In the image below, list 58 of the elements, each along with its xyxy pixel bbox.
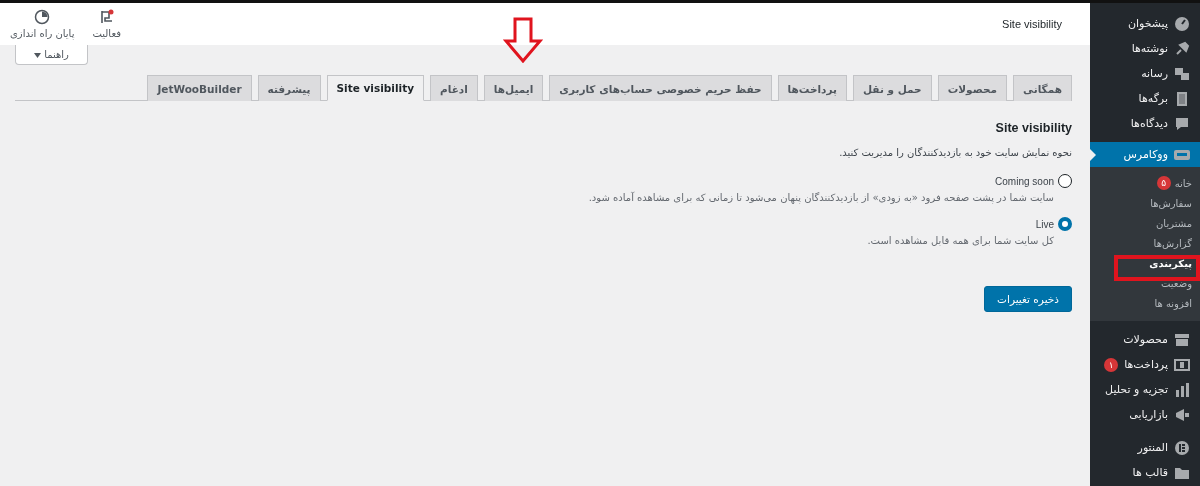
settings-tab[interactable]: همگانی xyxy=(1013,75,1072,101)
menu-icon xyxy=(1174,90,1190,107)
menu-icon xyxy=(1174,331,1190,348)
save-button[interactable]: ذخیره تغییرات xyxy=(984,286,1072,312)
flag-icon xyxy=(98,9,115,25)
down-arrow-annotation xyxy=(503,17,543,63)
radio-label: Live xyxy=(1035,218,1054,230)
help-button[interactable]: راهنما xyxy=(15,45,88,65)
settings-tab[interactable]: محصولات xyxy=(937,75,1008,101)
submenu-item[interactable]: گزارش‌ها xyxy=(1090,233,1200,253)
sidebar-item[interactable]: المنتور xyxy=(1090,435,1200,460)
sidebar-item[interactable]: رسانه xyxy=(1090,61,1200,86)
settings-tab[interactable]: حفظ حریم خصوصی حساب‌های کاربری xyxy=(549,75,772,101)
option-description: سایت شما در پشت صفحه فرود «به زودی» از بازدیدکنندگان پنهان می‌شود تا زمانی که برای مشاهده آماده شود. xyxy=(587,192,1054,203)
sidebar-item[interactable]: نوشته‌ها xyxy=(1090,36,1200,61)
sidebar-item[interactable]: قالب ها xyxy=(1090,460,1200,485)
settings-tab[interactable]: پرداخت‌ها xyxy=(777,75,847,101)
caret-icon xyxy=(34,53,41,58)
header-action[interactable]: فعالیت xyxy=(92,9,121,39)
option-description: کل سایت شما برای همه قابل مشاهده است. xyxy=(866,235,1054,246)
menu-icon xyxy=(1174,356,1190,373)
section-description: نحوه نمایش سایت خود به بازدیدکنندگان را مدیریت کنید. xyxy=(838,147,1072,158)
settings-tab[interactable]: ایمیل‌ها xyxy=(483,75,544,101)
submenu-item[interactable]: مشتریان xyxy=(1090,213,1200,233)
count-badge: ۱ xyxy=(1104,357,1119,372)
submenu-item[interactable]: افزونه ها xyxy=(1090,293,1200,313)
menu-icon xyxy=(1174,381,1190,398)
page-title: Site visibility xyxy=(1002,18,1062,30)
sidebar-item[interactable]: محصولات xyxy=(1090,327,1200,352)
menu-icon xyxy=(1174,15,1190,32)
submenu-item[interactable]: وضعیت xyxy=(1090,273,1200,293)
pie-clock-icon xyxy=(34,9,51,25)
sidebar-item[interactable]: بازاریابی xyxy=(1090,402,1200,427)
menu-icon xyxy=(1174,406,1190,423)
submenu-item[interactable]: سفارش‌ها xyxy=(1090,193,1200,213)
menu-icon xyxy=(1174,40,1190,57)
radio-button[interactable] xyxy=(1058,217,1072,231)
submenu-item[interactable]: خانه ۵ xyxy=(1090,173,1200,193)
menu-icon xyxy=(1174,115,1190,132)
settings-tab[interactable]: پیشرفته xyxy=(257,75,321,101)
submenu-item[interactable]: پیکربندی xyxy=(1090,253,1200,273)
settings-tab[interactable]: حمل و نقل xyxy=(853,75,932,101)
menu-icon xyxy=(1174,439,1190,456)
sidebar-item[interactable]: پرداخت‌ها ۱ xyxy=(1090,352,1200,377)
sidebar-item[interactable]: ووکامرس xyxy=(1090,142,1200,167)
count-badge: ۵ xyxy=(1156,176,1171,190)
section-title: Site visibility xyxy=(994,121,1072,135)
radio-label: Coming soon xyxy=(995,175,1054,187)
sidebar-item[interactable]: پیشخوان xyxy=(1090,11,1200,36)
menu-icon xyxy=(1174,65,1190,82)
settings-tab[interactable]: ادغام xyxy=(430,75,478,101)
settings-tab[interactable]: JetWooBuilder xyxy=(147,75,252,101)
sidebar-item[interactable]: تجزیه و تحلیل xyxy=(1090,377,1200,402)
sidebar-item[interactable]: برگه‌ها xyxy=(1090,86,1200,111)
header-action[interactable]: پایان راه اندازی xyxy=(10,9,75,39)
sidebar-item[interactable]: دیدگاه‌ها xyxy=(1090,111,1200,136)
settings-tab[interactable]: Site visibility xyxy=(326,75,424,101)
radio-button[interactable] xyxy=(1058,174,1072,188)
